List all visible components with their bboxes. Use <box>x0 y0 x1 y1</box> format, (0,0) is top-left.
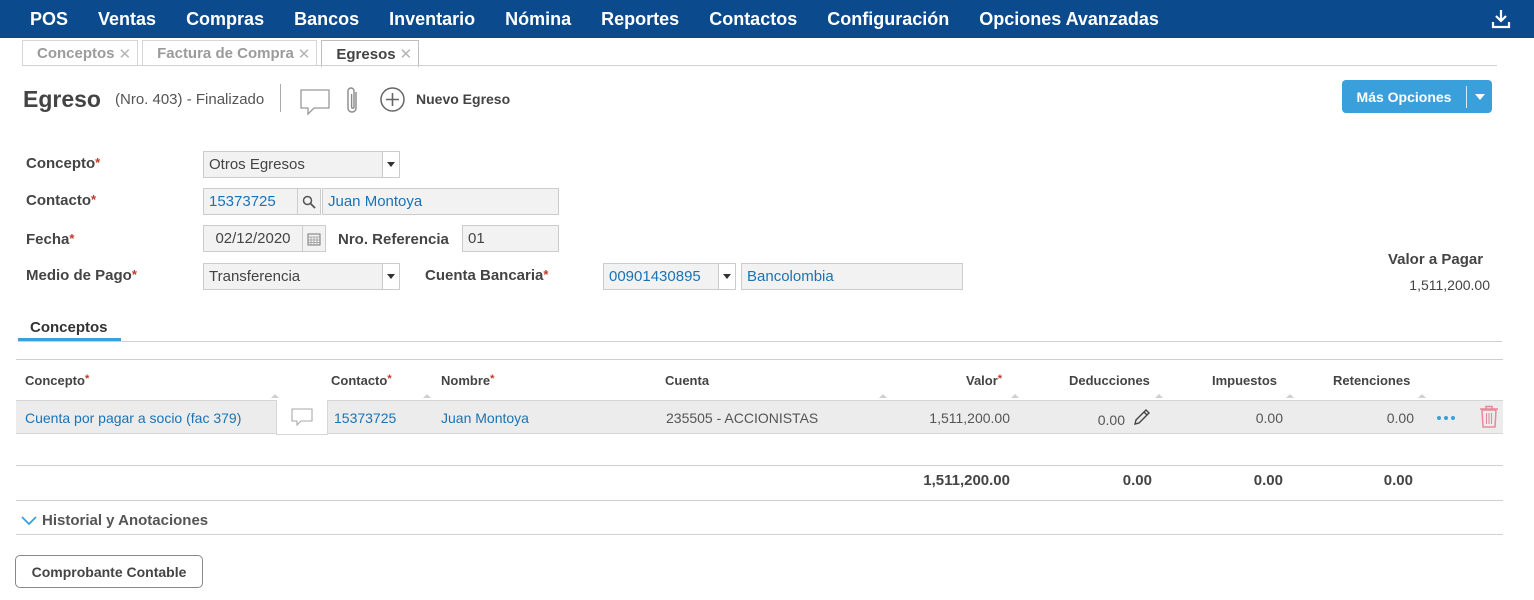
nav-pos[interactable]: POS <box>30 9 68 30</box>
col-header-concepto[interactable]: Concepto* <box>25 373 89 388</box>
close-icon[interactable]: ✕ <box>298 45 311 63</box>
fecha-input[interactable]: 02/12/2020 <box>203 225 303 252</box>
col-header-impuestos[interactable]: Impuestos <box>1212 373 1277 388</box>
tab-label: Factura de Compra <box>157 45 294 62</box>
col-header-cuenta[interactable]: Cuenta <box>665 373 709 388</box>
top-navigation: POS Ventas Compras Bancos Inventario Nóm… <box>0 0 1534 38</box>
total-valor: 1,511,200.00 <box>923 472 1010 489</box>
chevron-down-icon[interactable] <box>21 515 37 526</box>
tab-label: Egresos <box>336 45 396 63</box>
close-icon[interactable]: ✕ <box>400 45 413 63</box>
page-title: Egreso <box>23 86 101 112</box>
col-header-nombre[interactable]: Nombre* <box>441 373 494 388</box>
sort-icon[interactable] <box>271 394 279 398</box>
caret-down-icon[interactable] <box>1475 93 1485 100</box>
more-options-dots-icon[interactable] <box>1436 414 1458 422</box>
paperclip-icon[interactable] <box>344 86 362 116</box>
historial-divider <box>16 534 1503 535</box>
nav-compras[interactable]: Compras <box>186 9 264 30</box>
cuenta-bancaria-label: Cuenta Bancaria* <box>425 267 549 284</box>
tab-factura-de-compra[interactable]: Factura de Compra ✕ <box>142 40 318 66</box>
section-divider <box>18 341 1502 342</box>
comment-icon[interactable] <box>291 408 313 426</box>
comprobante-contable-button[interactable]: Comprobante Contable <box>15 555 203 588</box>
col-header-valor[interactable]: Valor* <box>966 373 1002 388</box>
new-egreso-link[interactable]: Nuevo Egreso <box>416 91 510 107</box>
col-header-retenciones[interactable]: Retenciones <box>1333 373 1410 388</box>
cell-contacto[interactable]: 15373725 <box>334 410 396 426</box>
cell-nombre[interactable]: Juan Montoya <box>441 410 529 426</box>
referencia-input[interactable]: 01 <box>462 225 559 252</box>
trash-icon[interactable] <box>1479 405 1499 428</box>
valor-a-pagar-label: Valor a Pagar <box>1388 251 1484 268</box>
medio-pago-label: Medio de Pago* <box>26 267 137 284</box>
medio-pago-select[interactable]: Transferencia <box>203 263 383 290</box>
sort-icon[interactable] <box>879 394 887 398</box>
nav-reportes[interactable]: Reportes <box>601 9 679 30</box>
total-deducciones: 0.00 <box>1122 472 1152 489</box>
cell-retenciones[interactable]: 0.00 <box>1330 410 1414 426</box>
historial-toggle[interactable]: Historial y Anotaciones <box>21 512 208 529</box>
more-options-label: Más Opciones <box>1356 88 1452 105</box>
sort-icon[interactable] <box>1418 394 1426 398</box>
tab-conceptos[interactable]: Conceptos ✕ <box>22 40 139 66</box>
totals-top-border <box>16 465 1503 466</box>
row-comment-cell[interactable] <box>276 400 328 435</box>
more-options-button[interactable]: Más Opciones <box>1342 80 1492 113</box>
header-divider <box>280 84 281 112</box>
dropdown-caret-icon[interactable] <box>718 263 736 290</box>
nav-configuracion[interactable]: Configuración <box>827 9 949 30</box>
cuenta-bancaria-select[interactable]: 00901430895 <box>603 263 719 290</box>
button-divider <box>1466 85 1467 108</box>
pencil-icon[interactable] <box>1132 407 1152 427</box>
tabs-divider <box>22 65 1497 66</box>
nav-contactos[interactable]: Contactos <box>709 9 797 30</box>
document-status: (Nro. 403) - Finalizado <box>115 91 265 108</box>
sort-icon[interactable] <box>1155 394 1163 398</box>
sort-icon[interactable] <box>1286 394 1294 398</box>
concepto-select[interactable]: Otros Egresos <box>203 151 383 178</box>
nav-opciones-avanzadas[interactable]: Opciones Avanzadas <box>979 9 1159 30</box>
contacto-label: Contacto* <box>26 192 97 209</box>
sort-icon[interactable] <box>423 394 431 398</box>
calendar-icon[interactable] <box>302 225 326 252</box>
sort-icon[interactable] <box>1011 394 1019 398</box>
concepto-label: Concepto* <box>26 155 101 172</box>
historial-label: Historial y Anotaciones <box>42 512 209 529</box>
table-top-border <box>16 359 1503 360</box>
totals-bottom-border <box>16 500 1503 501</box>
document-tabs: Conceptos ✕ Factura de Compra ✕ Egresos … <box>22 40 423 67</box>
contacto-id-input[interactable]: 15373725 <box>203 188 298 215</box>
nav-bancos[interactable]: Bancos <box>294 9 359 30</box>
dropdown-caret-icon[interactable] <box>382 151 400 178</box>
contacto-name-field: Juan Montoya <box>322 188 559 215</box>
total-retenciones: 0.00 <box>1383 472 1413 489</box>
dropdown-caret-icon[interactable] <box>382 263 400 290</box>
search-icon[interactable] <box>297 188 321 215</box>
col-header-contacto[interactable]: Contacto* <box>331 373 392 388</box>
nav-nomina[interactable]: Nómina <box>505 9 571 30</box>
comment-icon[interactable] <box>300 88 330 116</box>
cell-impuestos[interactable]: 0.00 <box>1200 410 1283 426</box>
cell-concepto[interactable]: Cuenta por pagar a socio (fac 379) <box>25 410 241 426</box>
fecha-label: Fecha* <box>26 231 75 248</box>
valor-a-pagar-value: 1,511,200.00 <box>1409 277 1490 293</box>
referencia-label: Nro. Referencia <box>338 231 449 248</box>
cell-valor[interactable]: 1,511,200.00 <box>900 410 1010 426</box>
col-header-deducciones[interactable]: Deducciones <box>1069 373 1150 388</box>
nav-inventario[interactable]: Inventario <box>389 9 475 30</box>
cell-deducciones[interactable]: 0.00 <box>1070 412 1125 428</box>
bank-name-field: Bancolombia <box>741 263 963 290</box>
cell-cuenta[interactable]: 235505 - ACCIONISTAS <box>666 410 818 426</box>
close-icon[interactable]: ✕ <box>119 45 132 63</box>
total-impuestos: 0.00 <box>1253 472 1283 489</box>
tab-egresos[interactable]: Egresos ✕ <box>321 40 420 67</box>
add-circle-icon[interactable] <box>379 86 406 113</box>
tab-label: Conceptos <box>37 45 115 62</box>
nav-ventas[interactable]: Ventas <box>98 9 156 30</box>
download-icon[interactable] <box>1490 8 1512 30</box>
tab-conceptos-section[interactable]: Conceptos <box>30 319 108 336</box>
